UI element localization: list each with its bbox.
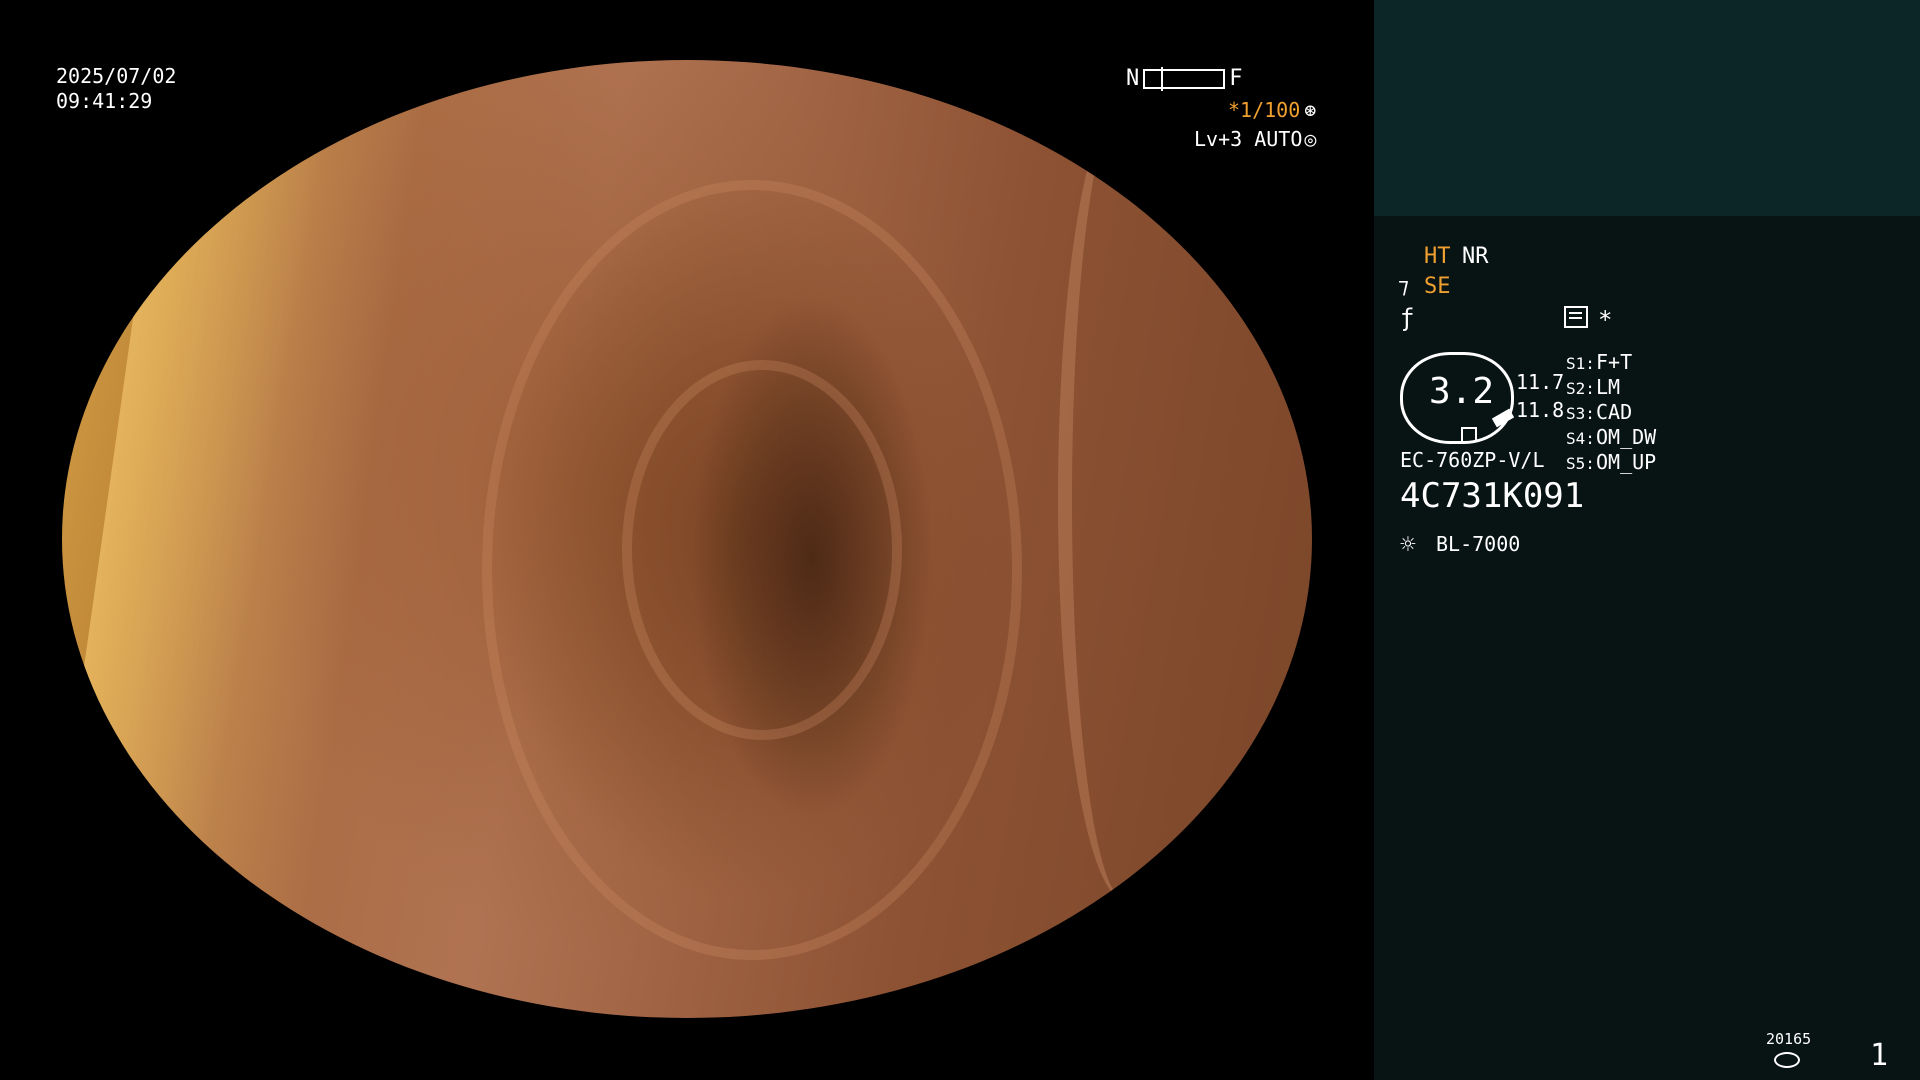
page-number: 1 [1870,1038,1889,1073]
focus-far-label: F [1229,66,1243,91]
scope-value: 3.2 [1429,371,1495,412]
nr-indicator: NR [1462,244,1489,269]
freeze-icon: ƒ [1400,304,1415,332]
shutter-speed: *1/100 [1228,98,1301,122]
switch-label: S4: [1566,429,1595,448]
shutter-display: *1/100 ⊛ [1228,98,1316,122]
light-source-icon: ☼ [1400,530,1416,560]
auto-icon: ◎ [1304,127,1317,151]
switch-value: F+T [1596,350,1633,374]
structure-enhance-icon: ⁊ [1398,274,1409,299]
panel-header-area [1374,0,1920,216]
memo-icon [1564,306,1588,328]
info-panel: HT NR ⁊ SE ƒ * 3.2 11.7 11.8 S1: F+T S2:… [1374,0,1920,1080]
badge-tab-icon [1491,408,1515,428]
disk-icon [1774,1052,1800,1068]
switch-label: S1: [1566,354,1595,373]
scope-badge: 3.2 [1400,352,1515,444]
focus-gauge: N F [1126,66,1243,91]
switch-value: OM_UP [1596,450,1657,474]
switch-value: CAD [1596,400,1633,424]
switch-value: LM [1596,375,1621,399]
mucosal-fold [622,360,902,740]
value-1: 11.7 [1516,370,1565,394]
shutter-icon: ⊛ [1304,98,1317,122]
switch-value: OM_DW [1596,425,1657,449]
level-display: Lv+3 AUTO ◎ [1194,127,1316,151]
scope-serial: 4C731K091 [1400,476,1585,516]
se-indicator: SE [1424,274,1451,299]
endoscope-viewport: 2025/07/02 09:41:29 N F *1/100 ⊛ Lv+3 AUT… [0,0,1372,1080]
switch-label: S2: [1566,379,1595,398]
time-display: 09:41:29 [56,89,153,113]
switch-label: S5: [1566,454,1595,473]
level-text: Lv+3 AUTO [1194,127,1303,151]
badge-mark-icon [1461,427,1477,441]
star-indicator: * [1598,306,1613,334]
value-2: 11.8 [1516,398,1565,422]
scope-model: EC-760ZP-V/L [1400,448,1545,472]
switch-label: S3: [1566,404,1595,423]
ht-indicator: HT [1424,244,1451,269]
focus-bar [1143,66,1226,91]
date-display: 2025/07/02 [56,64,177,88]
image-counter: 20165 [1766,1030,1812,1048]
focus-near-label: N [1126,66,1140,91]
endoscopic-image [62,60,1312,1018]
light-source: BL-7000 [1436,532,1521,556]
